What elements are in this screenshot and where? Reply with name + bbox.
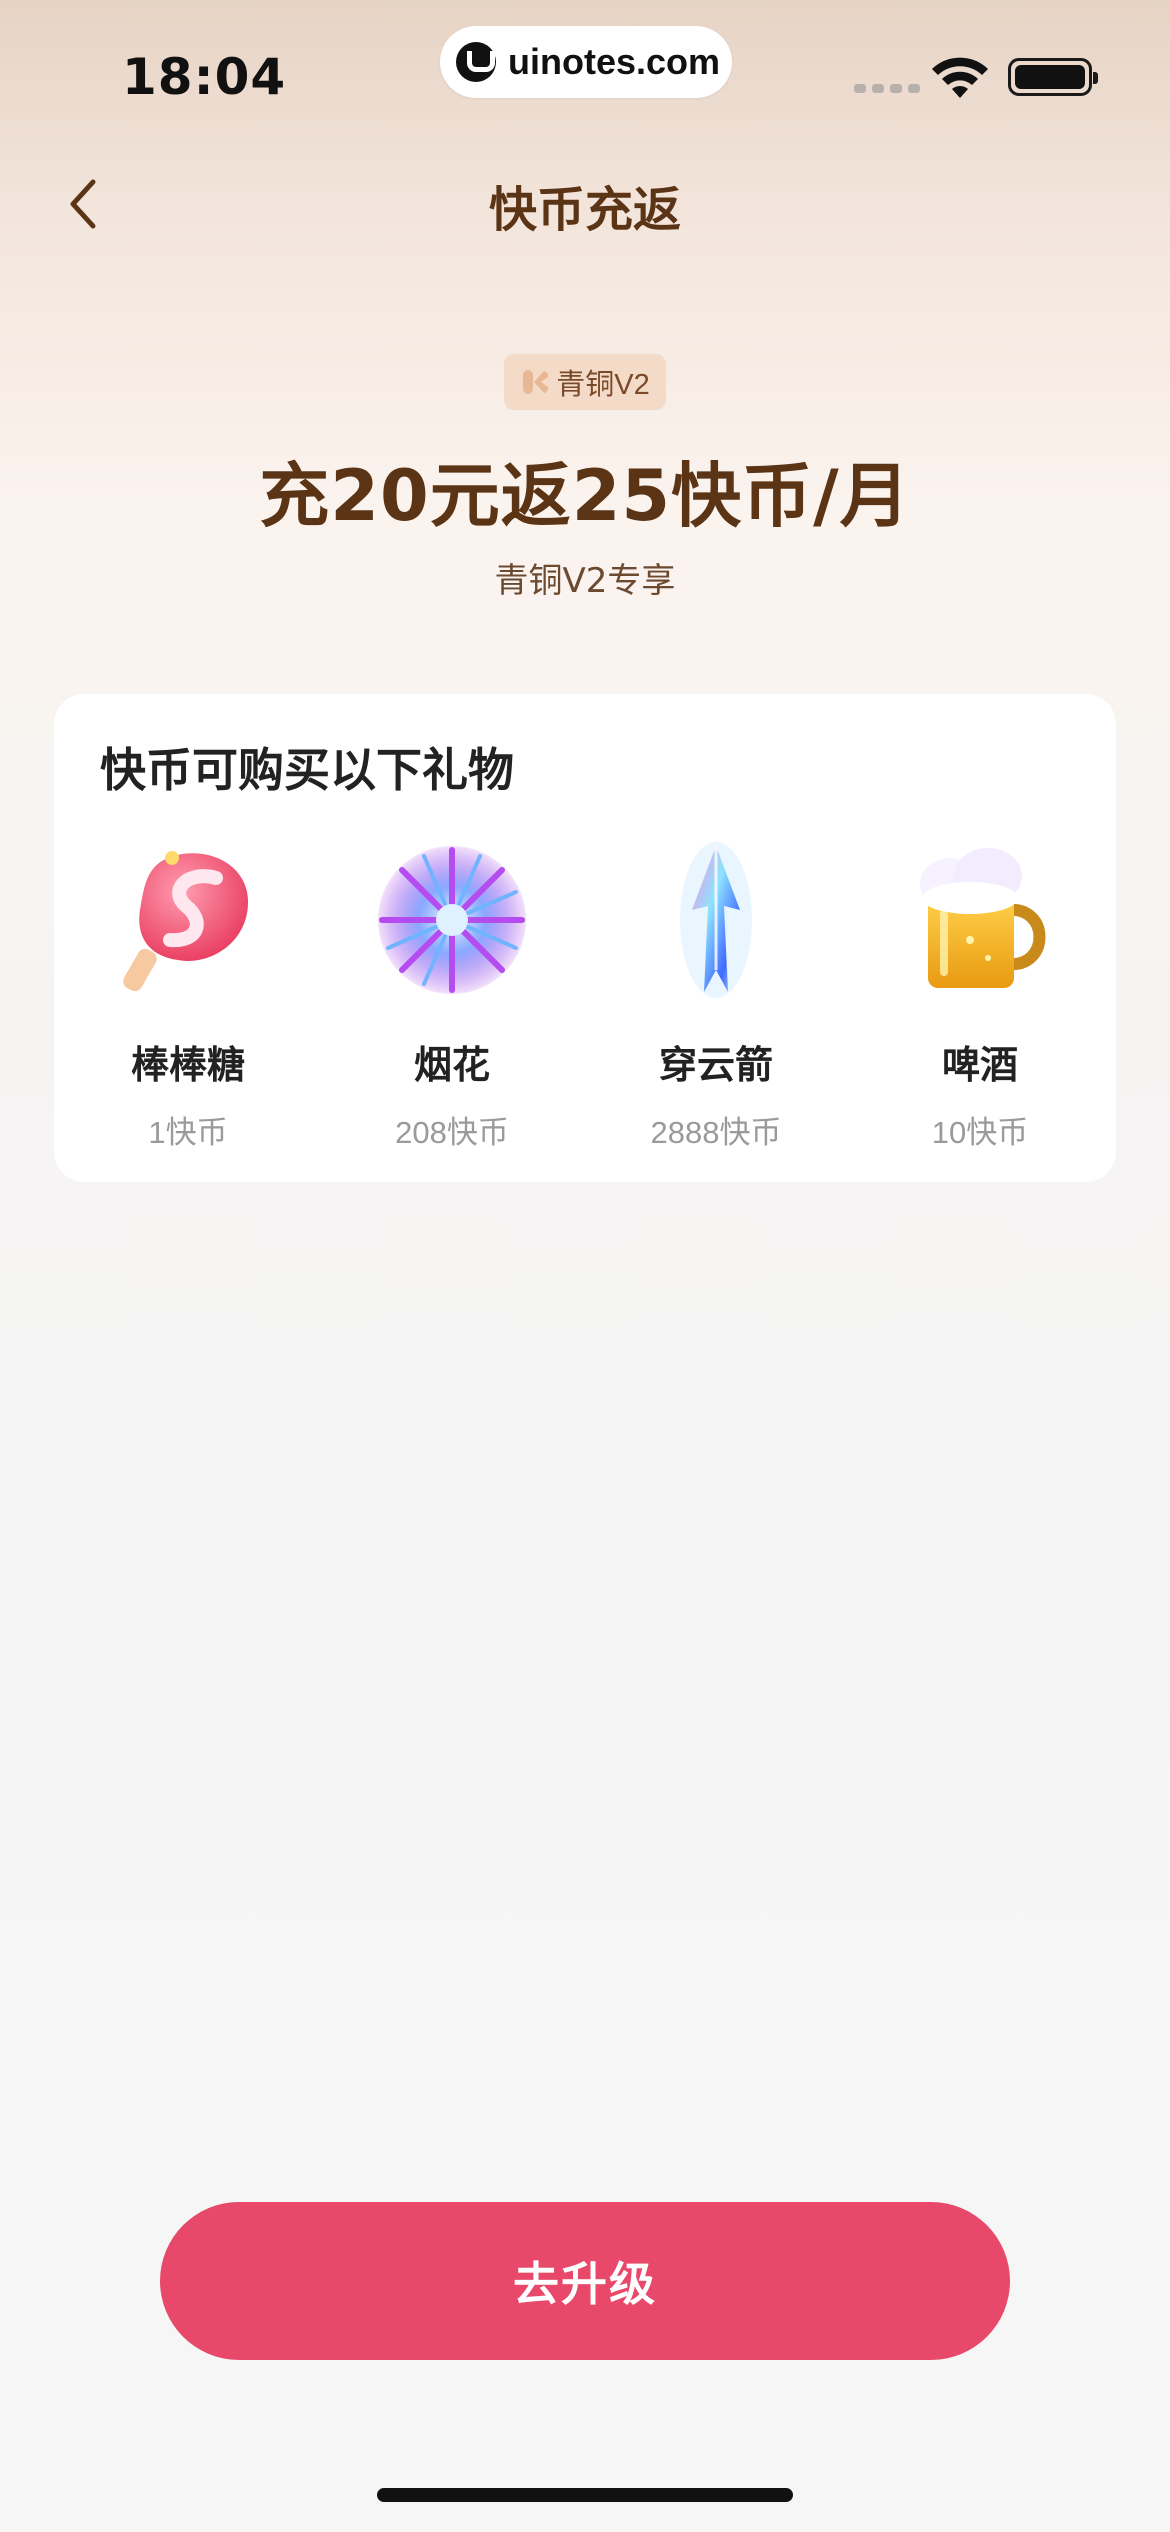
home-indicator[interactable]	[377, 2488, 793, 2502]
gift-name: 烟花	[413, 1043, 490, 1087]
gift-price: 208快币	[395, 1115, 509, 1150]
reward-headline: 充20元返25快币/月	[259, 455, 911, 537]
beer-mug-icon	[920, 848, 1046, 988]
url-pill[interactable]: uinotes.com	[440, 26, 732, 98]
gift-item-firework[interactable]: 烟花 208快币	[332, 834, 572, 1154]
page-title: 快币充返	[488, 182, 681, 238]
gift-name: 棒棒糖	[130, 1043, 245, 1087]
lollipop-icon	[123, 851, 248, 992]
upgrade-button[interactable]: 去升级	[160, 2202, 1010, 2360]
arrow-crystal-icon	[680, 842, 752, 998]
gift-price: 2888快币	[650, 1115, 782, 1150]
gift-item-lollipop[interactable]: 棒棒糖 1快币	[68, 834, 308, 1154]
cellular-signal-icon	[854, 84, 920, 93]
battery-icon	[1008, 58, 1098, 96]
gift-card-title: 快币可购买以下礼物	[100, 743, 514, 797]
gift-item-beer[interactable]: 啤酒 10快币	[860, 834, 1100, 1154]
gift-name: 啤酒	[941, 1043, 1018, 1087]
wifi-icon	[932, 57, 988, 98]
tier-badge-label: 青铜V2	[556, 369, 650, 401]
gift-card: 快币可购买以下礼物 棒棒糖 1快币 烟花 208快币 穿云箭 2888快币 啤酒…	[54, 694, 1116, 1182]
url-text: uinotes.com	[508, 41, 721, 82]
tier-badge: 青铜V2	[504, 354, 666, 410]
gift-name: 穿云箭	[658, 1043, 773, 1087]
site-logo-icon	[456, 42, 496, 82]
gift-price: 10快币	[931, 1115, 1029, 1150]
status-bar: 18:04 uinotes.com	[0, 0, 1170, 130]
tier-logo-icon	[523, 370, 549, 394]
status-time: 18:04	[122, 48, 287, 106]
firework-icon	[378, 846, 526, 994]
gift-price: 1快币	[148, 1115, 228, 1150]
reward-subline: 青铜V2专享	[494, 561, 676, 601]
gift-item-arrow[interactable]: 穿云箭 2888快币	[596, 834, 836, 1154]
